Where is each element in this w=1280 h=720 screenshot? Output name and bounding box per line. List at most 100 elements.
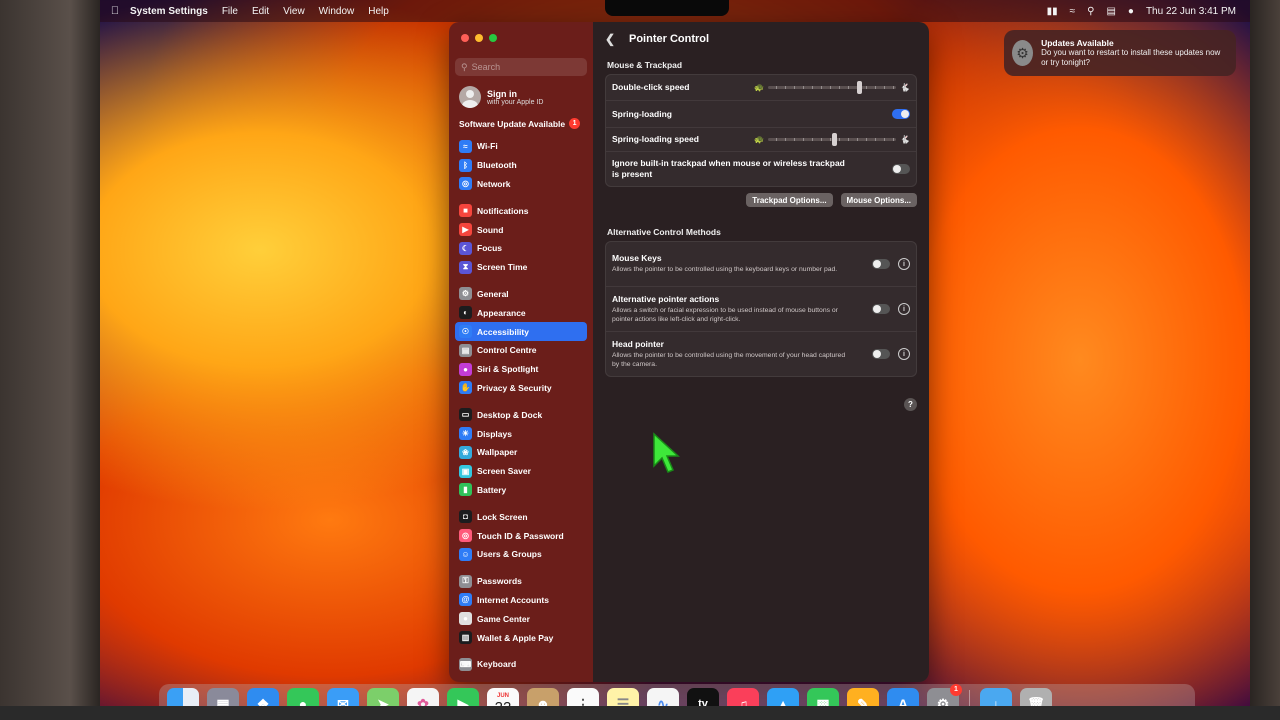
menu-edit[interactable]: Edit [252,6,269,17]
trackpad-options-button[interactable]: Trackpad Options... [746,193,833,207]
avatar [459,86,481,108]
sidebar-item-label: Lock Screen [477,511,528,522]
laptop-bezel-right [1250,0,1280,720]
software-update-label: Software Update Available [459,118,566,129]
dock-icon: ▭ [459,408,472,422]
app-menu[interactable]: System Settings [130,6,208,17]
wifi-status-icon[interactable]: ≈ [1070,6,1076,17]
mouse-keys-info-icon[interactable]: i [898,258,910,270]
sidebar-item-label: Screen Time [477,262,528,273]
sidebar-item-game-center[interactable]: ● Game Center [455,609,587,628]
sidebar-item-sound[interactable]: ▶ Sound [455,220,587,239]
menu-clock[interactable]: Thu 22 Jun 3:41 PM [1146,6,1236,17]
sidebar-item-label: Battery [477,484,507,495]
sidebar-item-notifications[interactable]: ■ Notifications [455,201,587,220]
sidebar-item-privacy-security[interactable]: ✋ Privacy & Security [455,379,587,398]
menu-view[interactable]: View [283,6,305,17]
spring-loading-toggle[interactable] [892,109,910,119]
game-center-icon: ● [459,612,472,626]
menu-help[interactable]: Help [368,6,389,17]
slider-thumb[interactable] [832,133,838,146]
sidebar-item-touch-id-password[interactable]: ◎ Touch ID & Password [455,526,587,545]
sidebar-item-label: Passwords [477,576,522,587]
apple-id-signin[interactable]: Sign in with your Apple ID [449,76,593,108]
siri-status-icon[interactable]: ● [1128,6,1134,17]
sidebar-item-users-groups[interactable]: ☺ Users & Groups [455,545,587,564]
apple-menu-icon[interactable]:  [100,5,130,17]
battery-icon: ▮ [459,483,472,497]
sidebar-item-appearance[interactable]: ◐ Appearance [455,303,587,322]
alt-pointer-row: Alternative pointer actions Allows a swi… [606,287,916,332]
search-input[interactable] [471,62,572,72]
notification-title: Updates Available [1041,38,1114,48]
alt-pointer-info-icon[interactable]: i [898,303,910,315]
alt-pointer-toggle[interactable] [872,304,890,314]
control-centre-status-icon[interactable]: ▤ [1106,6,1115,17]
back-chevron-icon[interactable]: ❮ [605,32,619,46]
sidebar-item-label: Notifications [477,205,529,216]
zoom-window-button[interactable] [489,34,497,42]
sidebar-item-displays[interactable]: ☀ Displays [455,424,587,443]
siri-icon: ● [459,362,472,376]
sidebar-item-passwords[interactable]: ⚿ Passwords [455,572,587,591]
search-field[interactable]: ⚲ [455,58,587,76]
ignore-trackpad-toggle[interactable] [892,164,910,174]
spring-loading-speed-slider[interactable]: 🐢 🐇 [754,133,910,146]
menu-file[interactable]: File [222,6,238,17]
search-icon: ⚲ [461,61,468,72]
software-update-item[interactable]: Software Update Available 1 [449,108,593,129]
update-notification[interactable]: ⚙ Updates Available Do you want to resta… [1004,30,1236,76]
close-window-button[interactable] [461,34,469,42]
speaker-icon: ▶ [459,223,472,237]
sidebar-item-control-centre[interactable]: ▤ Control Centre [455,341,587,360]
sidebar-item-label: Wallet & Apple Pay [477,632,554,643]
sidebar-item-label: Displays [477,428,512,439]
minimize-window-button[interactable] [475,34,483,42]
battery-status-icon[interactable]: ▮▮ [1047,6,1058,17]
signin-subtitle: with your Apple ID [487,98,544,106]
sidebar-item-bluetooth[interactable]: ᛒ Bluetooth [455,156,587,175]
menu-window[interactable]: Window [319,6,355,17]
key-icon: ⚿ [459,574,472,588]
slider-track[interactable] [768,81,897,94]
sidebar-item-screen-time[interactable]: ⧗ Screen Time [455,258,587,277]
spotlight-icon[interactable]: ⚲ [1087,6,1094,17]
alt-pointer-label: Alternative pointer actions [612,294,720,304]
slider-thumb[interactable] [857,81,863,94]
sidebar-item-keyboard[interactable]: ⌨ Keyboard [455,655,587,674]
mouse-options-button[interactable]: Mouse Options... [840,193,917,207]
sidebar-item-desktop-dock[interactable]: ▭ Desktop & Dock [455,405,587,424]
sidebar-item-accessibility[interactable]: ☉ Accessibility [455,322,587,341]
spring-loading-row: Spring-loading [606,101,916,128]
sidebar-item-label: Internet Accounts [477,594,549,605]
system-settings-window: ⚲ Sign in with your Apple ID Software Up… [449,22,929,682]
sidebar-item-wallpaper[interactable]: ❀ Wallpaper [455,443,587,462]
mouse-keys-toggle[interactable] [872,259,890,269]
double-click-speed-slider[interactable]: 🐢 🐇 [754,81,910,94]
sidebar-item-network[interactable]: ◎ Network [455,175,587,194]
sidebar-item-screen-saver[interactable]: ▣ Screen Saver [455,462,587,481]
fingerprint-icon: ◎ [459,529,472,543]
sidebar-item-lock-screen[interactable]: ◘ Lock Screen [455,507,587,526]
head-pointer-text: Head pointer Allows the pointer to be co… [612,339,872,369]
sidebar: ⚲ Sign in with your Apple ID Software Up… [449,22,593,682]
alt-pointer-text: Alternative pointer actions Allows a swi… [612,294,872,324]
mouse-pointer-icon [653,432,680,473]
sidebar-item-battery[interactable]: ▮ Battery [455,481,587,500]
section-alt-control-title: Alternative Control Methods [607,227,721,237]
head-pointer-toggle[interactable] [872,349,890,359]
sidebar-item-general[interactable]: ⚙ General [455,285,587,304]
head-pointer-info-icon[interactable]: i [898,348,910,360]
sidebar-item-label: Control Centre [477,345,537,356]
sidebar-item-wallet-apple-pay[interactable]: ▥ Wallet & Apple Pay [455,628,587,647]
help-button[interactable]: ? [904,398,917,411]
sidebar-item-label: General [477,288,509,299]
sidebar-item-focus[interactable]: ☾ Focus [455,239,587,258]
sidebar-item-internet-accounts[interactable]: @ Internet Accounts [455,591,587,610]
hare-icon: 🐇 [900,135,910,144]
slider-track[interactable] [768,133,897,146]
sidebar-item-wi-fi[interactable]: ≈ Wi-Fi [455,137,587,156]
sidebar-item-siri-spotlight[interactable]: ● Siri & Spotlight [455,360,587,379]
